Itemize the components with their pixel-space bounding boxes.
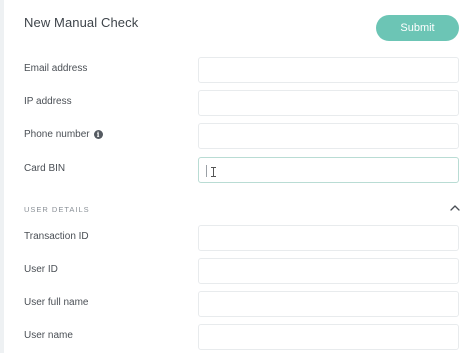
user-details-header: USER DETAILS (24, 205, 90, 214)
phone-input[interactable] (199, 124, 458, 148)
user-full-name-field[interactable] (198, 291, 459, 317)
user-id-label: User ID (24, 264, 58, 275)
form-row-transaction-id: Transaction ID (0, 225, 474, 251)
email-label: Email address (24, 63, 88, 74)
user-id-field[interactable] (198, 258, 459, 284)
form-row-user-full-name: User full name (0, 291, 474, 317)
ip-input[interactable] (199, 91, 458, 115)
ip-field[interactable] (198, 90, 459, 116)
info-icon[interactable]: i (93, 130, 103, 139)
card-bin-input[interactable] (199, 158, 458, 182)
card-bin-field[interactable] (198, 157, 459, 183)
phone-field[interactable] (198, 123, 459, 149)
ip-label: IP address (24, 96, 72, 107)
form-row-phone: Phone number i (0, 123, 474, 149)
chevron-up-icon[interactable] (449, 203, 461, 213)
user-id-input[interactable] (199, 259, 458, 283)
manual-check-page: New Manual Check Submit Email address IP… (0, 0, 474, 353)
phone-label: Phone number i (24, 129, 103, 140)
form-row-email: Email address (0, 57, 474, 83)
page-title: New Manual Check (24, 15, 139, 30)
form-row-ip: IP address (0, 90, 474, 116)
ibeam-cursor-icon (211, 167, 216, 177)
user-name-input[interactable] (199, 325, 458, 349)
form-row-user-name: User name (0, 324, 474, 350)
user-full-name-input[interactable] (199, 292, 458, 316)
submit-button[interactable]: Submit (376, 15, 459, 41)
form-row-user-id: User ID (0, 258, 474, 284)
user-name-field[interactable] (198, 324, 459, 350)
email-input[interactable] (199, 58, 458, 82)
email-field[interactable] (198, 57, 459, 83)
transaction-id-label: Transaction ID (24, 231, 89, 242)
card-bin-label: Card BIN (24, 163, 66, 174)
transaction-id-input[interactable] (199, 226, 458, 250)
user-full-name-label: User full name (24, 297, 89, 308)
text-caret (206, 165, 207, 177)
transaction-id-field[interactable] (198, 225, 459, 251)
form-row-card-bin: Card BIN (0, 157, 474, 183)
user-name-label: User name (24, 330, 73, 341)
